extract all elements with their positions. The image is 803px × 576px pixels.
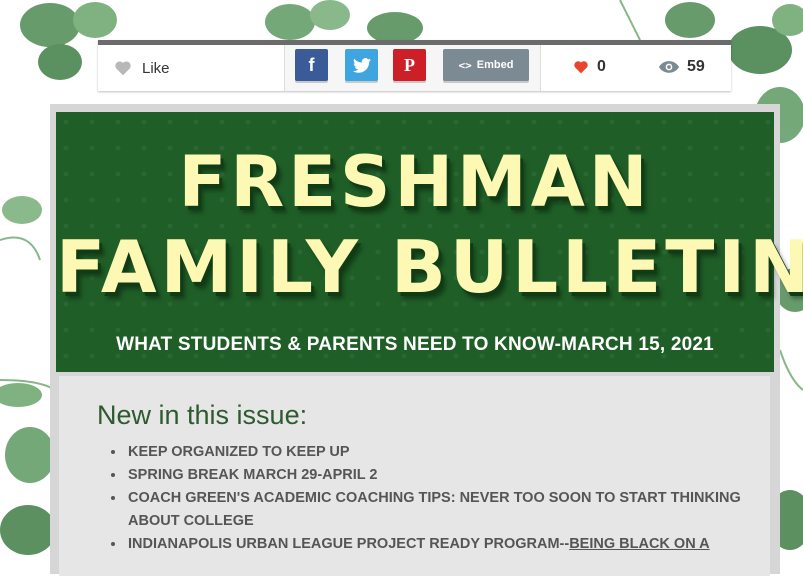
share-buttons: f P <> Embed	[285, 45, 541, 91]
pinterest-icon: P	[404, 54, 415, 75]
stats: 0 59	[541, 45, 731, 91]
embed-label: Embed	[476, 59, 514, 71]
heart-icon	[115, 61, 131, 76]
like-button[interactable]: Like	[98, 45, 285, 91]
list-item: INDIANAPOLIS URBAN LEAGUE PROJECT READY …	[126, 533, 746, 556]
facebook-icon: f	[308, 54, 315, 75]
likes-number: 0	[597, 58, 606, 75]
list-item: COACH GREEN'S ACADEMIC COACHING TIPS: NE…	[126, 487, 746, 533]
list-item-text: SPRING BREAK MARCH 29-APRIL 2	[128, 467, 378, 483]
views-count: 59	[659, 58, 705, 76]
views-number: 59	[687, 58, 705, 75]
heart-icon	[574, 61, 588, 74]
twitter-share-button[interactable]	[345, 49, 378, 81]
list-item: KEEP ORGANIZED TO KEEP UP	[126, 441, 746, 464]
code-icon: <>	[458, 58, 472, 72]
list-item-text: KEEP ORGANIZED TO KEEP UP	[128, 444, 350, 460]
list-item: SPRING BREAK MARCH 29-APRIL 2	[126, 464, 746, 487]
likes-count: 0	[573, 58, 606, 76]
embed-button[interactable]: <> Embed	[443, 49, 529, 81]
share-toolbar: Like f P <> Embed 0 59	[98, 40, 731, 91]
bulletin-title-line1: FRESHMAN	[178, 141, 652, 223]
bulletin-title-line2: FAMILY BULLETIN	[56, 225, 803, 309]
list-item-link[interactable]: BEING BLACK ON A	[569, 536, 709, 552]
issue-heading: New in this issue:	[97, 400, 308, 430]
pinterest-share-button[interactable]: P	[393, 49, 426, 81]
twitter-icon	[352, 57, 371, 73]
like-label: Like	[142, 59, 170, 77]
list-item-text: COACH GREEN'S ACADEMIC COACHING TIPS: NE…	[128, 490, 741, 529]
list-item-text: INDIANAPOLIS URBAN LEAGUE PROJECT READY …	[128, 536, 570, 552]
eye-icon	[659, 61, 679, 73]
issue-list: KEEP ORGANIZED TO KEEP UP SPRING BREAK M…	[104, 441, 746, 556]
facebook-share-button[interactable]: f	[295, 49, 328, 81]
bulletin-banner: FRESHMAN FAMILY BULLETIN WHAT STUDENTS &…	[56, 112, 803, 372]
bulletin-subtitle: WHAT STUDENTS & PARENTS NEED TO KNOW-MAR…	[116, 334, 714, 355]
